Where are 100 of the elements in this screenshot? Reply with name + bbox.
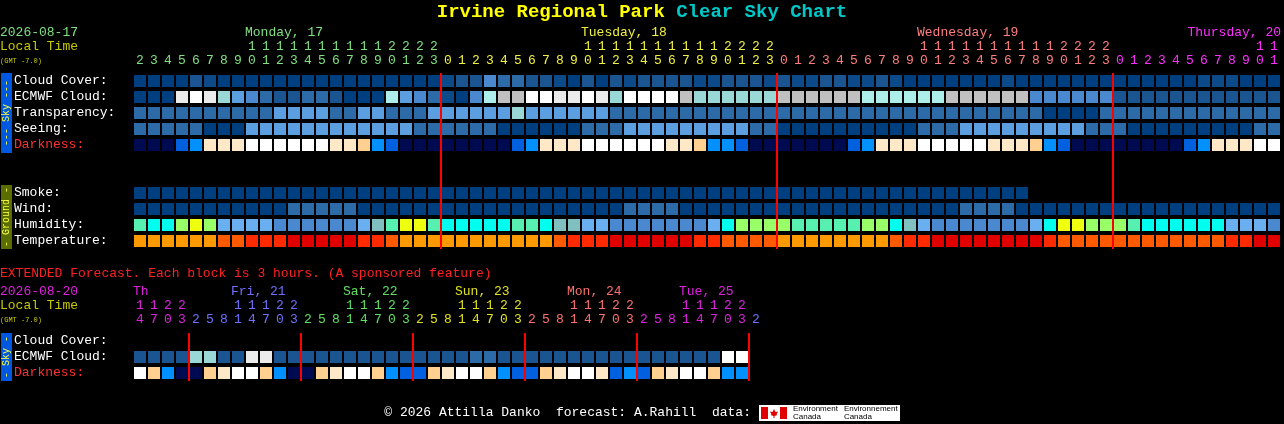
row-label: ECMWF Cloud: bbox=[13, 89, 109, 105]
hour-label: 10 bbox=[919, 40, 929, 68]
hour-label: 15 bbox=[653, 40, 663, 68]
hour-label: 8 bbox=[331, 313, 341, 327]
hour-label: 18 bbox=[1031, 40, 1041, 68]
hour-label: 17 bbox=[709, 299, 719, 327]
hour-label: 17 bbox=[485, 299, 495, 327]
row-label: Cloud Cover: bbox=[13, 333, 109, 349]
hour-label: 2 bbox=[135, 54, 145, 68]
hour-label: 22 bbox=[415, 40, 425, 68]
hour-label: 2 bbox=[527, 313, 537, 327]
time-label: Local Time bbox=[0, 40, 79, 54]
hour-label: 12 bbox=[611, 40, 621, 68]
hour-label: 5 bbox=[513, 54, 523, 68]
hour-label: 18 bbox=[695, 40, 705, 68]
hour-label: 18 bbox=[359, 40, 369, 68]
chart-title: Clear Sky Chart bbox=[676, 1, 848, 23]
hour-label: 20 bbox=[163, 299, 173, 327]
hour-label: 7 bbox=[541, 54, 551, 68]
day-label: Thursday, 20 bbox=[1187, 26, 1281, 40]
hour-label: 19 bbox=[1045, 40, 1055, 68]
hour-label: 2 bbox=[639, 313, 649, 327]
day-label: Th bbox=[133, 285, 149, 299]
row-label: Darkness: bbox=[13, 137, 86, 153]
date-label: 2026-08-17 bbox=[0, 26, 79, 40]
hour-label: 21 bbox=[401, 40, 411, 68]
hour-label: 2 bbox=[807, 54, 817, 68]
hour-label: 4 bbox=[835, 54, 845, 68]
hour-label: 16 bbox=[1003, 40, 1013, 68]
hour-label: 8 bbox=[219, 313, 229, 327]
hour-label: 17 bbox=[345, 40, 355, 68]
hour-label: 23 bbox=[429, 40, 439, 68]
day-label: Fri, 21 bbox=[231, 285, 286, 299]
hour-label: 22 bbox=[1087, 40, 1097, 68]
hour-label: 6 bbox=[1199, 54, 1209, 68]
hour-label: 20 bbox=[723, 299, 733, 327]
credits-text: © 2026 Attilla Danko forecast: A.Rahill data: bbox=[384, 406, 751, 420]
hour-label: 12 bbox=[947, 40, 957, 68]
hour-label: 1 bbox=[1129, 54, 1139, 68]
hour-label: 11 bbox=[261, 40, 271, 68]
hour-label: 3 bbox=[485, 54, 495, 68]
hour-label: 14 bbox=[359, 299, 369, 327]
hour-label: 17 bbox=[149, 299, 159, 327]
hour-label: 5 bbox=[849, 54, 859, 68]
hour-label: 11 bbox=[233, 299, 243, 327]
row-label: Cloud Cover: bbox=[13, 73, 109, 89]
hour-label: 1 bbox=[793, 54, 803, 68]
hour-label: 14 bbox=[975, 40, 985, 68]
hour-label: 2 bbox=[471, 54, 481, 68]
hour-label: 2 bbox=[415, 313, 425, 327]
hour-label: 10 bbox=[1255, 40, 1265, 68]
row-label: Darkness: bbox=[13, 365, 86, 381]
day-label: Tuesday, 18 bbox=[581, 26, 667, 40]
hour-label: 11 bbox=[1269, 40, 1279, 68]
hour-label: 0 bbox=[1115, 54, 1125, 68]
hour-label: 8 bbox=[891, 54, 901, 68]
hour-label: 4 bbox=[163, 54, 173, 68]
hour-label: 20 bbox=[275, 299, 285, 327]
hour-label: 15 bbox=[317, 40, 327, 68]
hour-label: 8 bbox=[667, 313, 677, 327]
hour-label: 5 bbox=[317, 313, 327, 327]
hour-label: 23 bbox=[1101, 40, 1111, 68]
hour-label: 19 bbox=[373, 40, 383, 68]
hour-label: 2 bbox=[1143, 54, 1153, 68]
hour-label: 11 bbox=[569, 299, 579, 327]
hour-label: 7 bbox=[1213, 54, 1223, 68]
hour-label: 20 bbox=[387, 299, 397, 327]
hour-label: 5 bbox=[429, 313, 439, 327]
hour-label: 23 bbox=[289, 299, 299, 327]
hour-label: 20 bbox=[387, 40, 397, 68]
hour-label: 14 bbox=[303, 40, 313, 68]
day-label: Sat, 22 bbox=[343, 285, 398, 299]
hour-label: 23 bbox=[625, 299, 635, 327]
hour-label: 8 bbox=[219, 54, 229, 68]
flag-icon bbox=[760, 407, 787, 419]
hour-label: 9 bbox=[569, 54, 579, 68]
hour-label: 3 bbox=[149, 54, 159, 68]
hour-label: 2 bbox=[191, 313, 201, 327]
hour-label: 13 bbox=[289, 40, 299, 68]
hour-label: 10 bbox=[583, 40, 593, 68]
hour-label: 6 bbox=[527, 54, 537, 68]
row-label: Humidity: bbox=[13, 217, 86, 233]
hour-label: 3 bbox=[821, 54, 831, 68]
hour-label: 10 bbox=[247, 40, 257, 68]
hour-label: 17 bbox=[261, 299, 271, 327]
hour-label: 14 bbox=[583, 299, 593, 327]
hour-label: 15 bbox=[989, 40, 999, 68]
extended-note: EXTENDED Forecast. Each block is 3 hours. (A sponsored feature) bbox=[0, 267, 493, 281]
row-label: Temperature: bbox=[13, 233, 109, 249]
time-label: Local Time bbox=[0, 299, 79, 313]
row-label: Seeing: bbox=[13, 121, 70, 137]
hour-label: 12 bbox=[275, 40, 285, 68]
hour-label: 14 bbox=[695, 299, 705, 327]
hour-label: 9 bbox=[905, 54, 915, 68]
hour-label: 17 bbox=[681, 40, 691, 68]
hour-label: 8 bbox=[555, 54, 565, 68]
hour-label: 19 bbox=[709, 40, 719, 68]
hour-label: 23 bbox=[401, 299, 411, 327]
hour-label: 8 bbox=[1227, 54, 1237, 68]
hour-label: 14 bbox=[471, 299, 481, 327]
